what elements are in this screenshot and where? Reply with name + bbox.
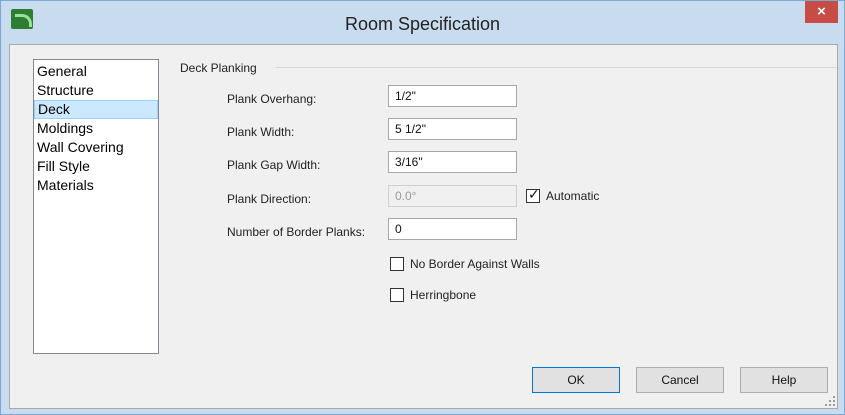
herringbone-check-icon[interactable] [390, 288, 404, 302]
help-button[interactable]: Help [740, 367, 828, 393]
resize-grip-icon[interactable] [825, 396, 835, 406]
dialog-content: General Structure Deck Moldings Wall Cov… [9, 44, 838, 409]
room-specification-dialog: Room Specification × General Structure D… [0, 0, 845, 415]
deck-planking-group-title: Deck Planking [180, 61, 257, 75]
automatic-check-icon[interactable] [526, 187, 540, 203]
border-planks-label: Number of Border Planks: [227, 225, 366, 239]
window-title: Room Specification [344, 14, 501, 34]
group-divider [276, 67, 836, 68]
border-planks-input[interactable] [388, 218, 517, 240]
nav-item-fill-style[interactable]: Fill Style [34, 157, 158, 176]
category-list: General Structure Deck Moldings Wall Cov… [33, 59, 159, 354]
title-bar[interactable]: Room Specification × [1, 1, 844, 44]
plank-direction-label: Plank Direction: [227, 192, 312, 206]
plank-overhang-label: Plank Overhang: [227, 92, 317, 106]
nav-item-deck[interactable]: Deck [34, 100, 158, 119]
plank-width-label: Plank Width: [227, 125, 295, 139]
no-border-check-icon[interactable] [390, 257, 404, 271]
no-border-against-walls-checkbox[interactable]: No Border Against Walls [390, 256, 540, 272]
automatic-checkbox[interactable]: Automatic [526, 187, 600, 204]
plank-width-input[interactable] [388, 118, 517, 140]
herringbone-label: Herringbone [410, 288, 477, 302]
plank-gap-width-label: Plank Gap Width: [227, 158, 321, 172]
nav-item-moldings[interactable]: Moldings [34, 119, 158, 138]
close-icon: × [817, 3, 826, 20]
nav-item-wall-covering[interactable]: Wall Covering [34, 138, 158, 157]
nav-item-general[interactable]: General [34, 62, 158, 81]
plank-direction-input[interactable] [388, 185, 517, 207]
herringbone-checkbox[interactable]: Herringbone [390, 287, 476, 303]
cancel-button[interactable]: Cancel [636, 367, 724, 393]
close-button[interactable]: × [805, 1, 838, 23]
no-border-against-walls-label: No Border Against Walls [410, 257, 540, 271]
nav-item-structure[interactable]: Structure [34, 81, 158, 100]
nav-item-materials[interactable]: Materials [34, 176, 158, 195]
plank-gap-width-input[interactable] [388, 151, 517, 173]
plank-overhang-input[interactable] [388, 85, 517, 107]
ok-button[interactable]: OK [532, 367, 620, 393]
automatic-label: Automatic [546, 189, 600, 203]
